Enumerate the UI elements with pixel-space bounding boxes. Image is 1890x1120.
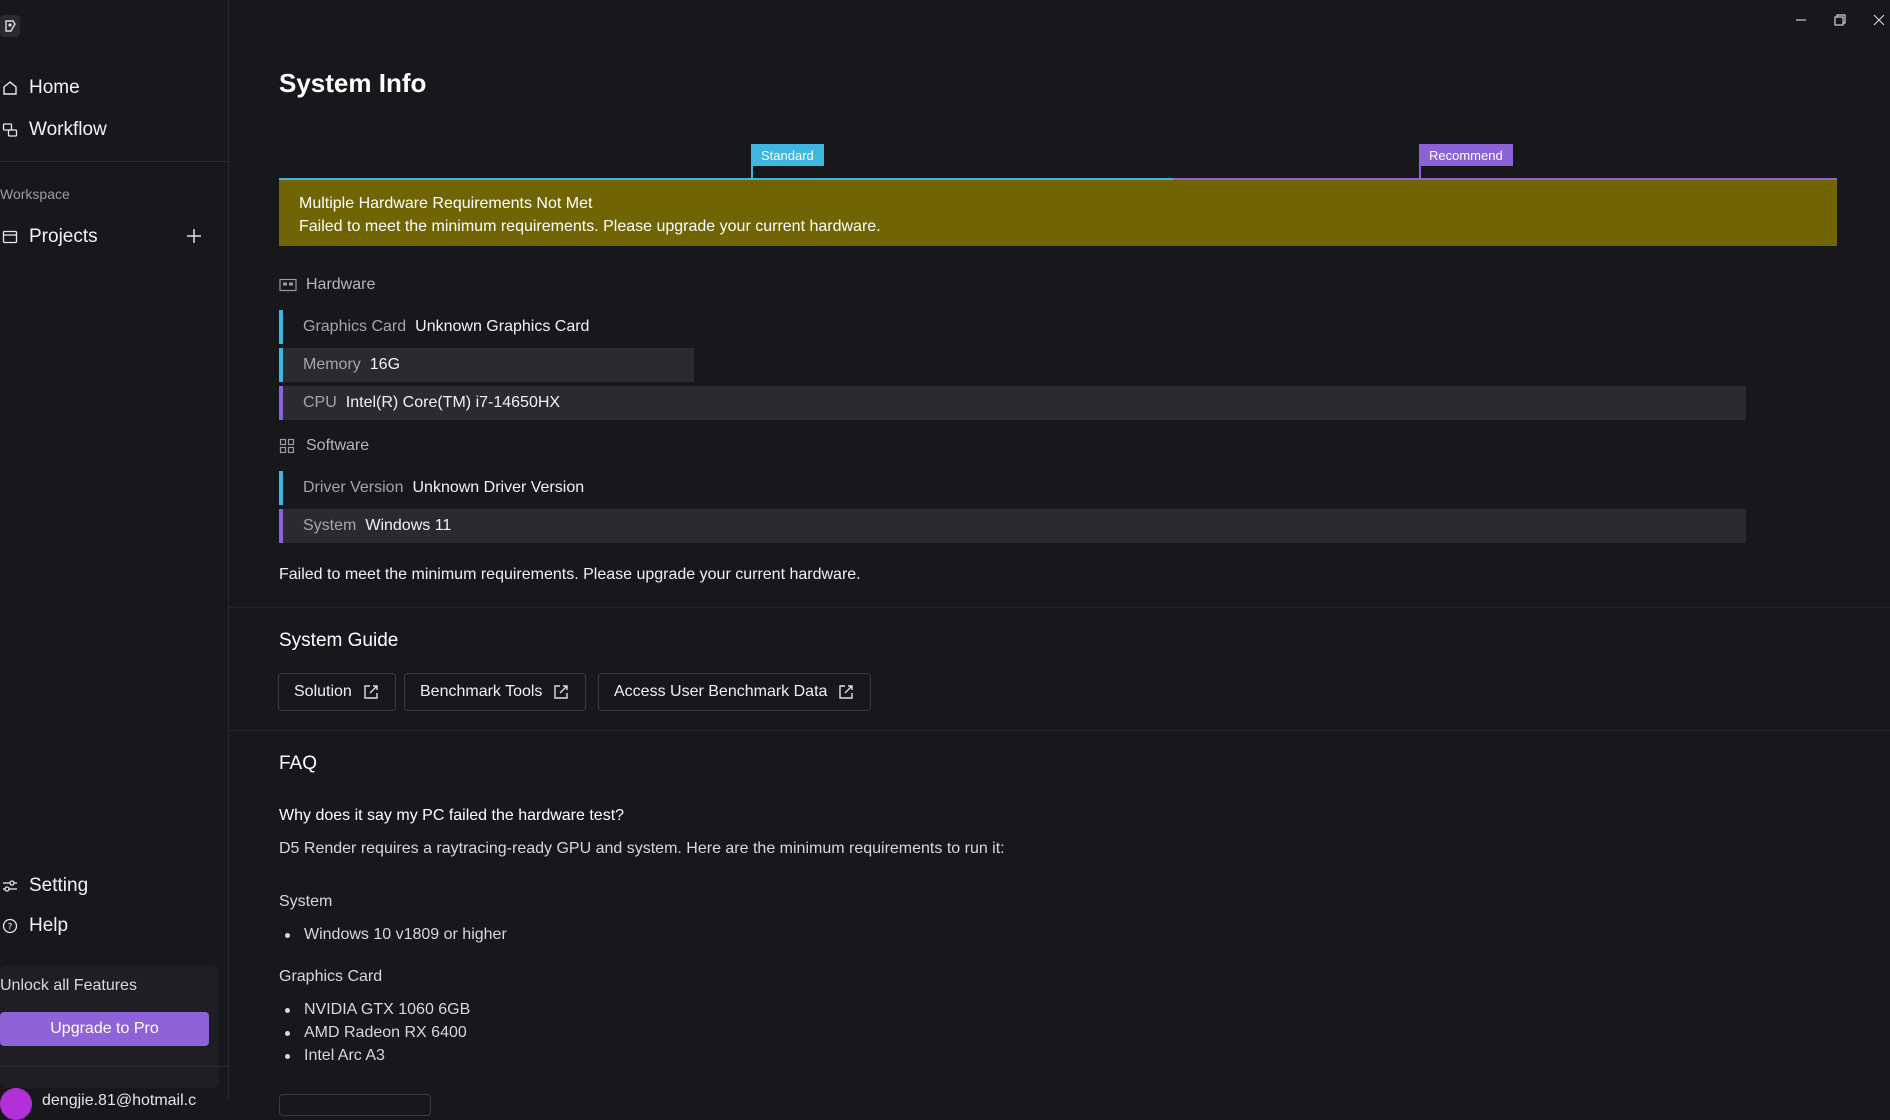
row-label: Memory xyxy=(303,356,361,373)
workspace-label: Workspace xyxy=(0,186,70,202)
hardware-row-cpu: CPU Intel(R) Core(TM) i7-14650HX xyxy=(279,386,1746,420)
faq-answer: D5 Render requires a raytracing-ready GP… xyxy=(279,840,1005,857)
app-logo-icon xyxy=(0,15,20,37)
software-heading: Software xyxy=(279,437,369,455)
system-guide-heading: System Guide xyxy=(279,630,399,651)
row-label: CPU xyxy=(303,394,337,411)
hardware-row-graphics-card: Graphics Card Unknown Graphics Card xyxy=(279,310,619,344)
external-link-icon xyxy=(554,685,569,699)
sidebar-item-label: Projects xyxy=(29,226,98,247)
list-item: Windows 10 v1809 or higher xyxy=(285,926,507,944)
list-item: NVIDIA GTX 1060 6GB xyxy=(285,1001,470,1019)
workflow-icon xyxy=(0,120,20,140)
more-button[interactable] xyxy=(279,1094,431,1116)
help-icon: ? xyxy=(0,916,20,936)
svg-text:?: ? xyxy=(8,923,13,933)
summary-message: Failed to meet the minimum requirements.… xyxy=(279,566,861,583)
external-link-icon xyxy=(839,685,854,699)
user-email: dengjie.81@hotmail.c xyxy=(42,1092,197,1109)
sidebar-divider xyxy=(0,1066,229,1067)
software-row-driver-version: Driver Version Unknown Driver Version xyxy=(279,471,619,505)
list-item: Intel Arc A3 xyxy=(285,1047,385,1065)
access-user-benchmark-data-button[interactable]: Access User Benchmark Data xyxy=(598,673,872,711)
sidebar-item-label: Setting xyxy=(29,875,89,896)
unlock-features-text: Unlock all Features xyxy=(0,977,137,994)
faq-system-heading: System xyxy=(279,893,333,910)
home-icon xyxy=(0,78,20,98)
section-divider xyxy=(229,607,1890,608)
sidebar-item-label: Home xyxy=(29,77,80,98)
software-row-system: System Windows 11 xyxy=(279,509,1746,543)
external-link-icon xyxy=(364,685,378,699)
row-value: Unknown Driver Version xyxy=(412,479,585,496)
software-icon xyxy=(279,437,297,455)
row-value: 16G xyxy=(369,356,401,373)
row-label: Graphics Card xyxy=(303,318,407,335)
sidebar-item-projects[interactable]: Projects xyxy=(0,226,98,248)
page-title: System Info xyxy=(279,68,427,98)
benchmark-tools-button[interactable]: Benchmark Tools xyxy=(404,673,587,711)
sidebar-item-label: Workflow xyxy=(29,119,107,140)
recommend-marker xyxy=(1419,166,1421,180)
row-label: System xyxy=(303,517,357,534)
solution-button[interactable]: Solution xyxy=(278,673,396,711)
faq-question: Why does it say my PC failed the hardwar… xyxy=(279,807,625,824)
main-content: System Info Standard Recommend Multiple … xyxy=(229,0,1890,1116)
faq-heading: FAQ xyxy=(279,753,318,774)
sidebar: Home Workflow Workspace Projects Setting… xyxy=(0,0,229,1120)
sidebar-item-setting[interactable]: Setting xyxy=(0,875,88,897)
row-value: Unknown Graphics Card xyxy=(415,318,590,335)
banner-title: Multiple Hardware Requirements Not Met xyxy=(299,195,593,212)
row-label: Driver Version xyxy=(303,479,404,496)
standard-flag: Standard xyxy=(751,144,824,166)
sidebar-divider xyxy=(0,161,229,162)
sliders-icon xyxy=(0,876,20,896)
list-item: AMD Radeon RX 6400 xyxy=(285,1024,467,1042)
avatar[interactable] xyxy=(0,1088,32,1120)
hardware-icon xyxy=(279,276,297,294)
row-value: Windows 11 xyxy=(365,517,452,534)
section-divider xyxy=(229,730,1890,731)
sidebar-item-help[interactable]: ? Help xyxy=(0,915,68,937)
hardware-row-memory: Memory 16G xyxy=(279,348,694,382)
banner-message: Failed to meet the minimum requirements.… xyxy=(299,218,881,235)
add-project-icon[interactable] xyxy=(184,226,204,246)
requirements-warning-banner: Multiple Hardware Requirements Not Met F… xyxy=(279,180,1837,246)
hardware-heading: Hardware xyxy=(279,276,375,294)
standard-marker xyxy=(751,166,753,180)
faq-graphics-card-heading: Graphics Card xyxy=(279,968,383,985)
recommend-flag: Recommend xyxy=(1419,144,1513,166)
sidebar-item-workflow[interactable]: Workflow xyxy=(0,119,107,141)
row-value: Intel(R) Core(TM) i7-14650HX xyxy=(345,394,561,411)
sidebar-item-home[interactable]: Home xyxy=(0,77,80,99)
sidebar-item-label: Help xyxy=(29,915,69,936)
upgrade-to-pro-button[interactable]: Upgrade to Pro xyxy=(0,1012,209,1046)
folder-icon xyxy=(0,227,20,247)
